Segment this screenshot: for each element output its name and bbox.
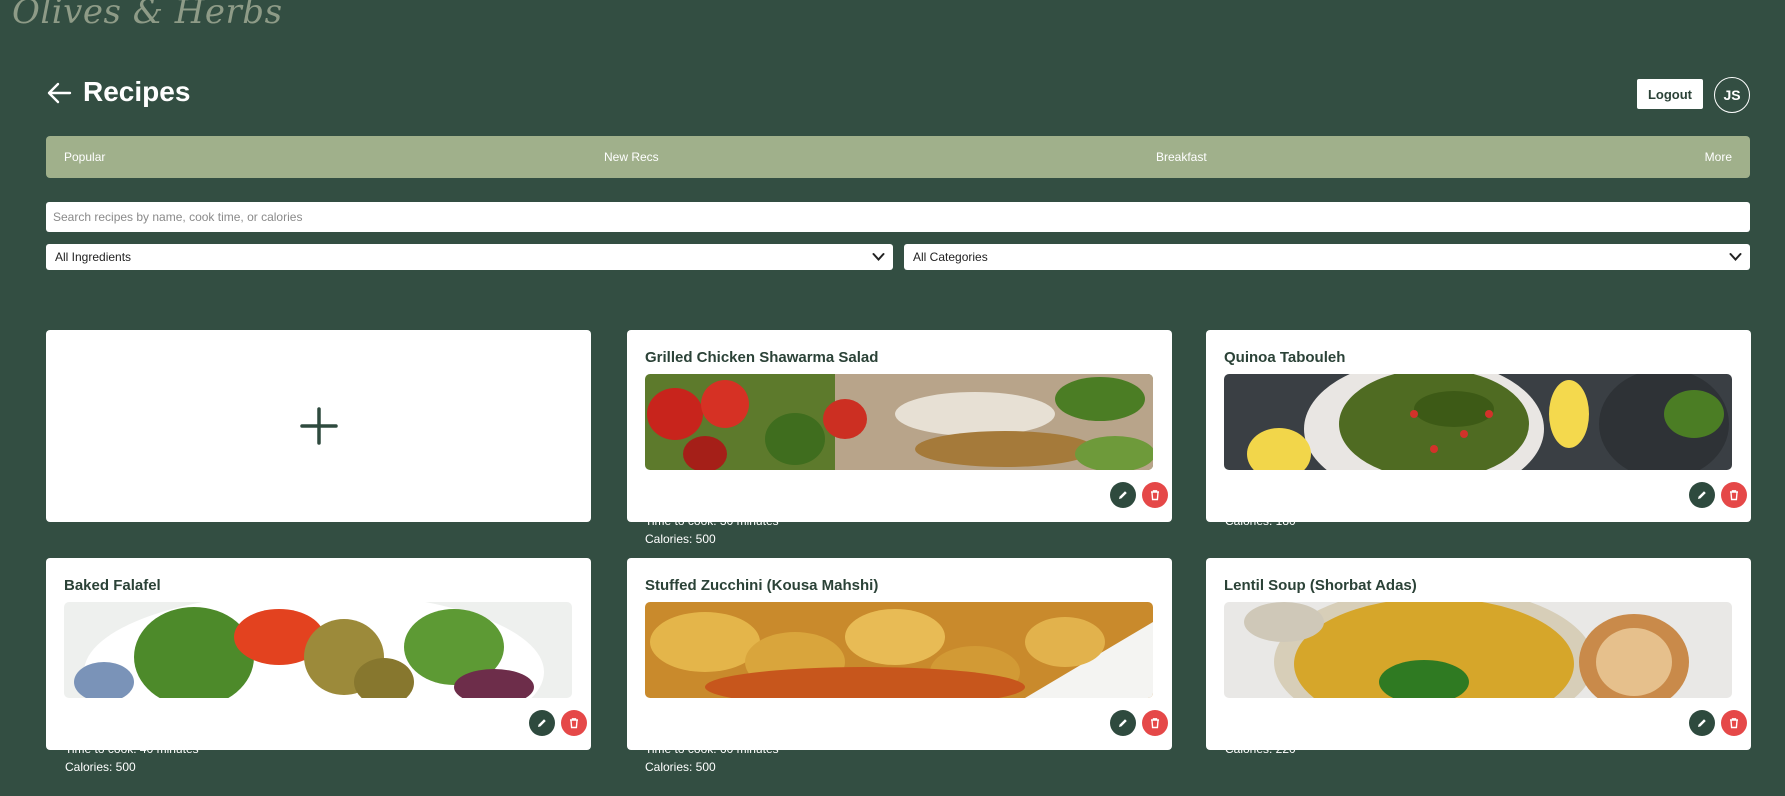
delete-button[interactable] bbox=[1721, 710, 1747, 736]
ingredients-select[interactable]: All Ingredients bbox=[46, 244, 893, 270]
recipe-calories: Calories: 500 bbox=[645, 532, 716, 546]
add-recipe-card[interactable] bbox=[46, 330, 591, 522]
delete-button[interactable] bbox=[1142, 710, 1168, 736]
page-header: Recipes Logout JS bbox=[46, 74, 1750, 114]
edit-button[interactable] bbox=[1689, 710, 1715, 736]
recipe-card[interactable]: Grilled Chicken Shawarma Salad bbox=[627, 330, 1172, 522]
recipe-card[interactable]: Lentil Soup (Shorbat Adas) bbox=[1206, 558, 1751, 750]
delete-button[interactable] bbox=[1142, 482, 1168, 508]
pencil-icon bbox=[1119, 491, 1127, 499]
recipe-title: Quinoa Tabouleh bbox=[1224, 349, 1346, 366]
page-title: Recipes bbox=[83, 76, 191, 107]
categories-select[interactable]: All Categories bbox=[904, 244, 1750, 270]
recipe-image bbox=[645, 374, 1153, 470]
recipe-image bbox=[1224, 602, 1732, 698]
plus-icon bbox=[299, 407, 338, 445]
chevron-down-icon bbox=[1729, 253, 1742, 261]
tab-breakfast[interactable]: Breakfast bbox=[1156, 150, 1207, 164]
pencil-icon bbox=[538, 719, 546, 727]
categories-select-value: All Categories bbox=[913, 250, 988, 264]
trash-icon bbox=[1730, 490, 1738, 501]
category-tabs: Popular New Recs Breakfast More bbox=[46, 136, 1750, 178]
recipe-image bbox=[64, 602, 572, 698]
recipe-image bbox=[1224, 374, 1732, 470]
edit-button[interactable] bbox=[1110, 710, 1136, 736]
pencil-icon bbox=[1698, 719, 1706, 727]
tab-new-recs[interactable]: New Recs bbox=[604, 150, 659, 164]
brand-logo: Olives & Herbs bbox=[12, 0, 283, 32]
avatar[interactable]: JS bbox=[1714, 77, 1750, 113]
trash-icon bbox=[1151, 718, 1159, 729]
trash-icon bbox=[570, 718, 578, 729]
recipe-image bbox=[645, 602, 1153, 698]
recipe-title: Baked Falafel bbox=[64, 577, 161, 594]
chevron-down-icon bbox=[872, 253, 885, 261]
arrow-left-icon[interactable] bbox=[46, 82, 72, 104]
recipe-calories: Calories: 500 bbox=[65, 760, 136, 774]
ingredients-select-value: All Ingredients bbox=[55, 250, 132, 264]
recipe-title: Grilled Chicken Shawarma Salad bbox=[645, 349, 879, 366]
trash-icon bbox=[1730, 718, 1738, 729]
recipe-title: Lentil Soup (Shorbat Adas) bbox=[1224, 577, 1417, 594]
edit-button[interactable] bbox=[529, 710, 555, 736]
search-input[interactable] bbox=[46, 202, 1750, 232]
edit-button[interactable] bbox=[1110, 482, 1136, 508]
recipe-calories: Calories: 500 bbox=[645, 760, 716, 774]
tab-more[interactable]: More bbox=[1705, 150, 1732, 164]
recipe-card[interactable]: Stuffed Zucchini (Kousa Mahshi) bbox=[627, 558, 1172, 750]
logout-button[interactable]: Logout bbox=[1637, 79, 1703, 109]
recipe-title: Stuffed Zucchini (Kousa Mahshi) bbox=[645, 577, 879, 594]
edit-button[interactable] bbox=[1689, 482, 1715, 508]
recipe-card[interactable]: Quinoa Tabouleh bbox=[1206, 330, 1751, 522]
delete-button[interactable] bbox=[1721, 482, 1747, 508]
recipe-card[interactable]: Baked Falafel bbox=[46, 558, 591, 750]
tab-popular[interactable]: Popular bbox=[64, 150, 105, 164]
pencil-icon bbox=[1698, 491, 1706, 499]
trash-icon bbox=[1151, 490, 1159, 501]
pencil-icon bbox=[1119, 719, 1127, 727]
delete-button[interactable] bbox=[561, 710, 587, 736]
